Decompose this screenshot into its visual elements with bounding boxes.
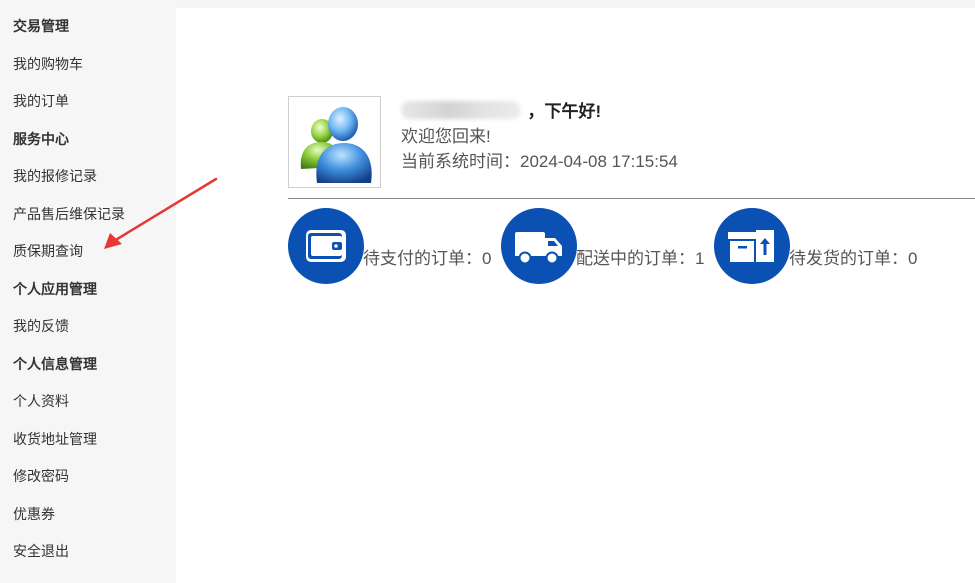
sidebar-item-maintenance-records[interactable]: 产品售后维保记录 [13, 205, 125, 223]
system-time: 当前系统时间：2024-04-08 17:15:54 [401, 152, 678, 171]
sidebar-item-logout[interactable]: 安全退出 [13, 542, 69, 560]
wallet-icon [288, 208, 364, 284]
greeting-text: ，下午好! [527, 102, 602, 121]
sidebar-section-personal-apps: 个人应用管理 [13, 281, 97, 297]
sidebar-section-transactions: 交易管理 [13, 18, 69, 34]
stat-shipping-label: 配送中的订单：1 [576, 249, 705, 268]
stat-pending-payment-label: 待支付的订单：0 [363, 249, 492, 268]
sidebar-item-coupons[interactable]: 优惠券 [13, 505, 55, 523]
sidebar-section-personal-info: 个人信息管理 [13, 356, 97, 372]
sidebar-item-my-orders[interactable]: 我的订单 [13, 92, 69, 110]
sidebar-section-service: 服务中心 [13, 131, 69, 147]
sidebar-item-change-password[interactable]: 修改密码 [13, 467, 69, 485]
main-content: ，下午好! 欢迎您回来! 当前系统时间：2024-04-08 17:15:54 … [176, 8, 975, 583]
welcome-text: 欢迎您回来! [401, 127, 491, 146]
divider [288, 198, 975, 199]
greeting-row: ，下午好! [401, 97, 601, 121]
blurred-username [401, 100, 521, 119]
stat-awaiting-shipment-label: 待发货的订单：0 [789, 249, 918, 268]
sidebar-item-addresses[interactable]: 收货地址管理 [13, 430, 97, 448]
user-avatar-icon [300, 107, 372, 183]
truck-icon [501, 208, 577, 284]
sidebar-item-repair-records[interactable]: 我的报修记录 [13, 167, 97, 185]
avatar [288, 96, 381, 188]
sidebar: 交易管理 我的购物车 我的订单 服务中心 我的报修记录 产品售后维保记录 质保期… [0, 0, 176, 583]
sidebar-item-feedback[interactable]: 我的反馈 [13, 317, 69, 335]
package-icon [714, 208, 790, 284]
sidebar-item-warranty-query[interactable]: 质保期查询 [13, 242, 83, 260]
sidebar-item-shopping-cart[interactable]: 我的购物车 [13, 55, 83, 73]
sidebar-item-profile[interactable]: 个人资料 [13, 392, 69, 410]
